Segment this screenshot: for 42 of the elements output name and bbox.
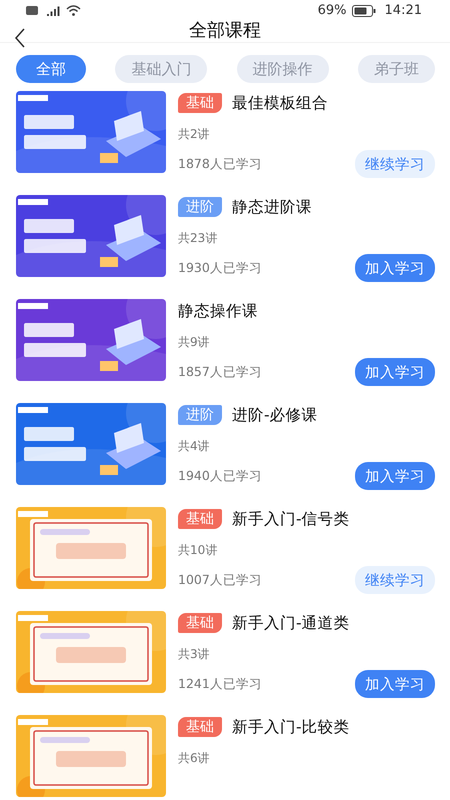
course-title[interactable]: 静态进阶课 bbox=[232, 196, 312, 218]
battery-icon bbox=[352, 4, 376, 16]
level-tag: 基础 bbox=[178, 717, 222, 737]
lesson-count: 共9讲 bbox=[178, 334, 210, 351]
clock-time: 14:21 bbox=[384, 3, 422, 18]
learner-count: 1241人已学习 bbox=[178, 676, 262, 692]
learner-count: 1878人已学习 bbox=[178, 156, 262, 172]
filter-tab[interactable]: 全部 bbox=[16, 55, 86, 83]
battery-percent: 69% bbox=[318, 3, 347, 18]
back-icon[interactable] bbox=[14, 28, 26, 48]
level-tag: 基础 bbox=[178, 509, 222, 529]
course-title[interactable]: 新手入门-信号类 bbox=[232, 508, 350, 530]
lesson-count: 共23讲 bbox=[178, 230, 218, 247]
lesson-count: 共10讲 bbox=[178, 542, 218, 559]
lesson-count: 共2讲 bbox=[178, 126, 210, 143]
course-title[interactable]: 进阶-必修课 bbox=[232, 404, 318, 426]
learner-count: 1940人已学习 bbox=[178, 468, 262, 484]
course-title[interactable]: 新手入门-比较类 bbox=[232, 716, 350, 738]
filter-tab[interactable]: 弟子班 bbox=[358, 55, 435, 83]
learner-count: 1930人已学习 bbox=[178, 260, 262, 276]
page-title: 全部课程 bbox=[189, 19, 261, 42]
lesson-count: 共4讲 bbox=[178, 438, 210, 455]
join-button[interactable]: 加入学习 bbox=[355, 462, 435, 490]
wifi-icon bbox=[66, 5, 81, 16]
lesson-count: 共3讲 bbox=[178, 646, 210, 663]
level-tag: 进阶 bbox=[178, 197, 222, 217]
join-button[interactable]: 加入学习 bbox=[355, 670, 435, 698]
course-title[interactable]: 静态操作课 bbox=[178, 300, 258, 322]
level-tag: 基础 bbox=[178, 613, 222, 633]
join-button[interactable]: 加入学习 bbox=[355, 254, 435, 282]
course-title[interactable]: 最佳模板组合 bbox=[232, 92, 328, 114]
join-button[interactable]: 加入学习 bbox=[355, 358, 435, 386]
continue-button[interactable]: 继续学习 bbox=[355, 566, 435, 594]
learner-count: 1857人已学习 bbox=[178, 364, 262, 380]
lesson-count: 共6讲 bbox=[178, 750, 210, 767]
course-title[interactable]: 新手入门-通道类 bbox=[232, 612, 350, 634]
level-tag: 进阶 bbox=[178, 405, 222, 425]
filter-tab[interactable]: 基础入门 bbox=[115, 55, 208, 83]
filter-tab[interactable]: 进阶操作 bbox=[236, 55, 329, 83]
level-tag: 基础 bbox=[178, 93, 222, 113]
continue-button[interactable]: 继续学习 bbox=[355, 150, 435, 178]
learner-count: 1007人已学习 bbox=[178, 572, 262, 588]
